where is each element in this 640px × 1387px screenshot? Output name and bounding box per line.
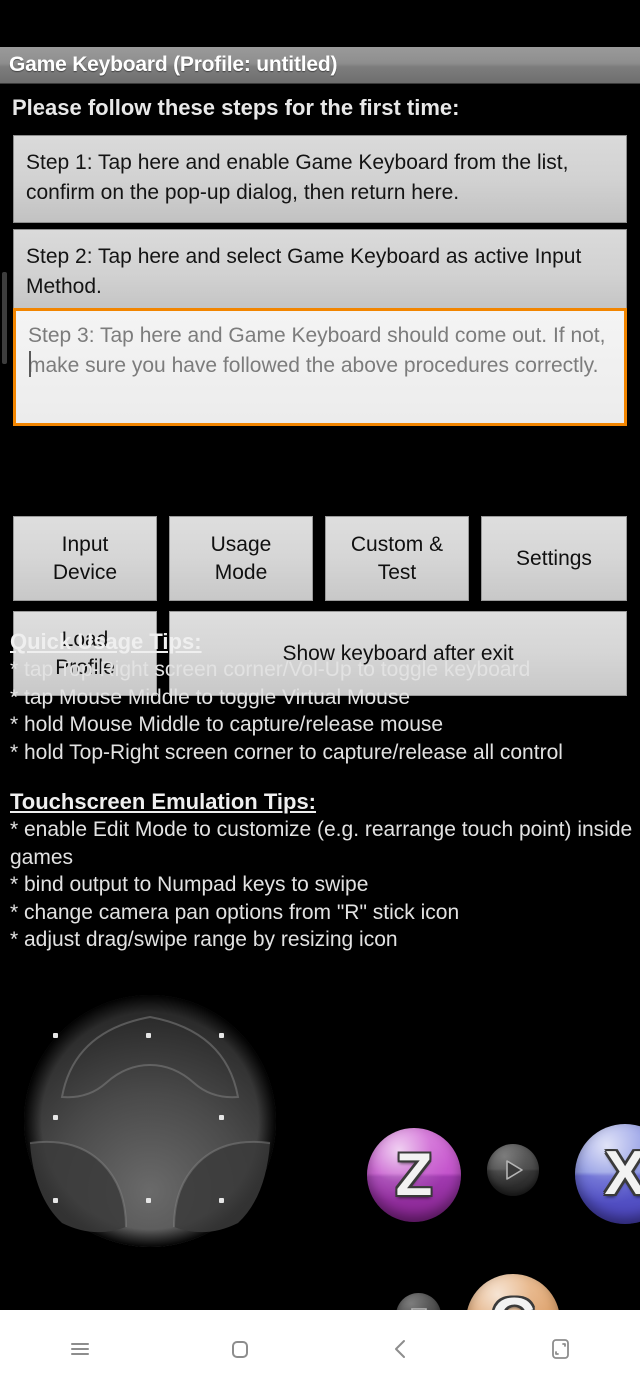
- x-button-label: X: [604, 1139, 640, 1208]
- step-1-button[interactable]: Step 1: Tap here and enable Game Keyboar…: [13, 135, 627, 223]
- vertical-scrollbar[interactable]: [2, 272, 7, 364]
- app-content: Please follow these steps for the first …: [0, 84, 640, 1310]
- dpad-resize-handle[interactable]: [219, 1198, 224, 1203]
- touchscreen-tip-line: * adjust drag/swipe range by resizing ic…: [10, 928, 398, 951]
- input-device-button[interactable]: Input Device: [13, 516, 157, 601]
- play-button[interactable]: [487, 1144, 539, 1196]
- touchscreen-tip-line: * enable Edit Mode to customize (e.g. re…: [10, 818, 633, 869]
- dpad-resize-handle[interactable]: [146, 1033, 151, 1038]
- rounded-square-icon: [232, 1340, 248, 1358]
- multiwindow-button[interactable]: [480, 1310, 640, 1387]
- back-button[interactable]: [320, 1310, 480, 1387]
- settings-button[interactable]: Settings: [481, 516, 627, 601]
- app-title-bar: Game Keyboard (Profile: untitled): [0, 47, 640, 84]
- x-button[interactable]: X: [575, 1124, 640, 1224]
- c-button[interactable]: C: [466, 1274, 560, 1310]
- input-device-label: Input Device: [52, 532, 118, 584]
- touchscreen-emulation-tips-section: Touchscreen Emulation Tips: * enable Edi…: [10, 787, 635, 954]
- custom-test-label: Custom & Test: [350, 532, 444, 584]
- touchscreen-tip-line: * bind output to Numpad keys to swipe: [10, 873, 369, 896]
- z-button-label: Z: [395, 1141, 433, 1208]
- dpad-resize-handle[interactable]: [219, 1033, 224, 1038]
- quick-usage-tips-title: Quick Usage Tips:: [10, 629, 202, 654]
- dpad-resize-handle[interactable]: [219, 1115, 224, 1120]
- recents-button[interactable]: [0, 1310, 160, 1387]
- dpad-icon: [24, 995, 276, 1247]
- stop-button[interactable]: [396, 1293, 441, 1310]
- home-button[interactable]: [160, 1310, 320, 1387]
- touchscreen-tip-line: * change camera pan options from "R" sti…: [10, 900, 460, 924]
- play-icon: [506, 1160, 523, 1180]
- quick-usage-tips-section: Quick Usage Tips: * tap Top-Right screen…: [10, 627, 635, 766]
- step-2-button[interactable]: Step 2: Tap here and select Game Keyboar…: [13, 229, 627, 317]
- dpad-resize-handle[interactable]: [53, 1115, 58, 1120]
- system-navigation-bar: [0, 1310, 640, 1387]
- step-3-placeholder: Step 3: Tap here and Game Keyboard shoul…: [28, 324, 606, 377]
- c-button-label: C: [491, 1290, 536, 1311]
- phone-screen: Game Keyboard (Profile: untitled) Please…: [0, 0, 640, 1387]
- dpad-resize-handle[interactable]: [53, 1198, 58, 1203]
- status-bar: [0, 0, 640, 47]
- app-title: Game Keyboard (Profile: untitled): [9, 53, 338, 76]
- hamburger-icon: [71, 1342, 89, 1355]
- page-title: Please follow these steps for the first …: [12, 95, 460, 120]
- settings-label: Settings: [516, 546, 592, 570]
- dpad-control[interactable]: [16, 987, 284, 1255]
- resize-corners-icon: [552, 1338, 569, 1359]
- dpad-resize-handle[interactable]: [146, 1198, 151, 1203]
- dpad-resize-handle[interactable]: [53, 1033, 58, 1038]
- custom-test-button[interactable]: Custom & Test: [325, 516, 469, 601]
- touchscreen-tips-title: Touchscreen Emulation Tips:: [10, 789, 317, 814]
- quick-tip-line: * tap Top-Right screen corner/Vol-Up to …: [10, 658, 531, 681]
- z-button[interactable]: Z: [367, 1128, 461, 1222]
- quick-tip-line: * hold Mouse Middle to capture/release m…: [10, 713, 444, 736]
- step-3-input[interactable]: Step 3: Tap here and Game Keyboard shoul…: [13, 308, 627, 426]
- quick-tip-line: * hold Top-Right screen corner to captur…: [10, 740, 563, 764]
- text-caret: [29, 351, 31, 377]
- quick-tip-line: * tap Mouse Middle to toggle Virtual Mou…: [10, 685, 411, 709]
- chevron-left-icon: [395, 1339, 405, 1358]
- usage-mode-button[interactable]: Usage Mode: [169, 516, 313, 601]
- usage-mode-label: Usage Mode: [210, 532, 272, 584]
